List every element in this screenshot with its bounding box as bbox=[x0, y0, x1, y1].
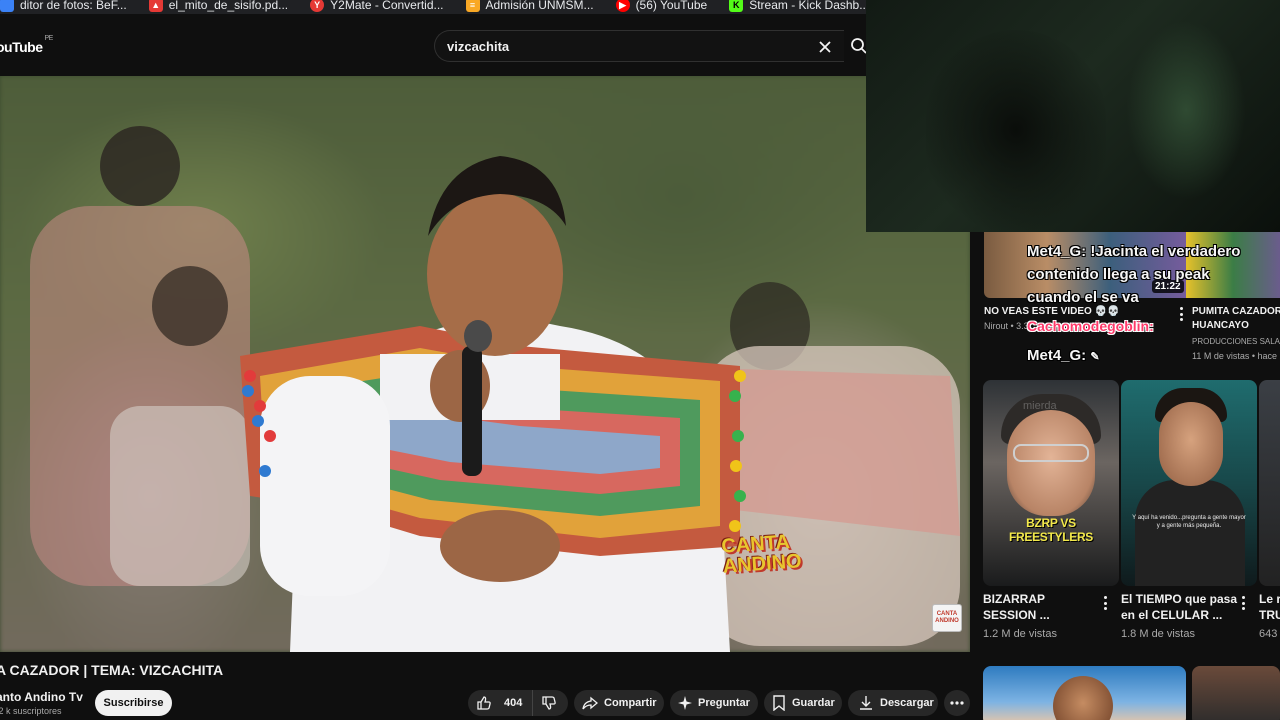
rec-card-thumbnail-2[interactable]: Y aquí ha venido...pregunta a gente mayo… bbox=[1121, 380, 1257, 586]
rec-card-views-3: 643 bbox=[1259, 628, 1278, 640]
rec-card-title-3[interactable]: Le r bbox=[1259, 592, 1280, 606]
close-icon bbox=[819, 41, 831, 53]
rec-menu-button[interactable] bbox=[1177, 307, 1185, 321]
bookmark-y2mate[interactable]: Y Y2Mate - Convertid... bbox=[310, 0, 444, 12]
bookmark-photo-editor[interactable]: ditor de fotos: BeF... bbox=[0, 0, 127, 12]
download-icon bbox=[858, 695, 874, 711]
share-button[interactable]: Compartir bbox=[574, 690, 664, 716]
rec-card-views-1: 1.2 M de vistas bbox=[983, 628, 1057, 640]
youtube-logo[interactable]: ouTubePE bbox=[0, 35, 53, 55]
search-input[interactable] bbox=[447, 37, 807, 55]
country-code: PE bbox=[44, 35, 54, 43]
more-actions-button[interactable] bbox=[944, 690, 970, 716]
rec-card-thumbnail-4[interactable] bbox=[983, 666, 1186, 720]
masthead: ouTubePE bbox=[0, 14, 867, 76]
rec-card-thumbnail-1[interactable]: mierda BZRP VS FREESTYLERS bbox=[983, 380, 1119, 586]
rec-card-views-2: 1.8 M de vistas bbox=[1121, 628, 1195, 640]
save-button[interactable]: Guardar bbox=[764, 690, 842, 716]
rec-card-title-1[interactable]: BIZARRAP bbox=[983, 592, 1045, 606]
brush-icon: ✎ bbox=[1090, 351, 1100, 363]
bookmark-pdf[interactable]: ▲ el_mito_de_sisifo.pd... bbox=[148, 0, 288, 12]
dislike-button[interactable] bbox=[533, 690, 557, 716]
bookmark-icon bbox=[772, 695, 786, 711]
rec-title-2b[interactable]: HUANCAYO bbox=[1192, 320, 1249, 331]
rec-channel-2: PRODUCCIONES SALA bbox=[1192, 337, 1280, 346]
youtube-icon: ▶ bbox=[615, 0, 630, 12]
thumbnail-caption: Y aquí ha venido...pregunta a gente mayo… bbox=[1132, 515, 1246, 529]
like-count: 404 bbox=[504, 697, 523, 709]
more-horizontal-icon bbox=[950, 701, 964, 705]
download-button[interactable]: Descargar bbox=[848, 690, 938, 716]
chat-message-3: Met4_G: ✎ bbox=[1027, 347, 1100, 364]
bookmark-youtube[interactable]: ▶ (56) YouTube bbox=[615, 0, 707, 12]
thumbnail-overlay-text: BZRP VS FREESTYLERS bbox=[1008, 516, 1094, 544]
channel-watermark: CANTA ANDINO bbox=[720, 531, 803, 578]
chat-username: Met4_G: bbox=[1027, 243, 1087, 260]
kick-icon: K bbox=[729, 0, 744, 12]
rec-card-title-2b[interactable]: en el CELULAR ... bbox=[1121, 608, 1222, 622]
bookmark-unmsm[interactable]: ≡ Admisión UNMSM... bbox=[465, 0, 594, 12]
subscribe-button[interactable]: Suscribirse bbox=[95, 690, 172, 716]
y2mate-icon: Y bbox=[310, 0, 325, 12]
rec-card-menu-2[interactable] bbox=[1239, 596, 1247, 610]
chat-message-2: Cachomodegoblin: bbox=[1027, 318, 1154, 334]
chat-username: Met4_G: bbox=[1027, 347, 1087, 364]
rec-card-menu-1[interactable] bbox=[1101, 596, 1109, 610]
stream-light bbox=[1126, 20, 1246, 200]
bookmarks-bar: ditor de fotos: BeF... ▲ el_mito_de_sisif… bbox=[0, 0, 866, 14]
unmsm-icon: ≡ bbox=[465, 0, 480, 12]
clear-search-button[interactable] bbox=[815, 37, 835, 57]
rec-card-thumbnail-3[interactable] bbox=[1259, 380, 1280, 586]
share-icon bbox=[582, 695, 598, 711]
ask-button[interactable]: Preguntar bbox=[670, 690, 758, 716]
like-dislike-group: 404 bbox=[468, 690, 568, 716]
rec-card-title-2[interactable]: El TIEMPO que pasa bbox=[1121, 592, 1237, 606]
chat-username: Cachomodegoblin: bbox=[1027, 318, 1154, 334]
stream-overlay bbox=[866, 0, 1280, 232]
channel-name[interactable]: anto Andino Tv bbox=[0, 690, 83, 704]
video-scene bbox=[30, 126, 960, 652]
like-button[interactable]: 404 bbox=[468, 690, 534, 716]
pdf-icon: ▲ bbox=[148, 0, 163, 12]
sparkle-icon bbox=[678, 696, 692, 710]
rec-card-thumbnail-5[interactable] bbox=[1192, 666, 1280, 720]
chat-message-1: Met4_G: !Jacinta el verdadero contenido … bbox=[1027, 240, 1267, 309]
thumbs-down-icon bbox=[541, 695, 557, 711]
photo-editor-icon bbox=[0, 0, 14, 12]
video-title: A CAZADOR | TEMA: VIZCACHITA bbox=[0, 662, 224, 678]
rec-card-title-3b[interactable]: TRU bbox=[1259, 608, 1280, 622]
stream-figure bbox=[926, 30, 1106, 230]
subscriber-count: .2 k suscriptores bbox=[0, 706, 62, 716]
bookmark-kick[interactable]: K Stream - Kick Dashb... bbox=[729, 0, 866, 12]
video-player[interactable]: CANTA ANDINO CANTA ANDINO bbox=[0, 76, 970, 652]
thumbs-up-icon bbox=[476, 695, 492, 711]
rec-meta-1: Nirout • 3.3 bbox=[984, 321, 1029, 331]
rec-meta-2: 11 M de vistas • hace bbox=[1192, 351, 1278, 361]
channel-branding-icon[interactable]: CANTA ANDINO bbox=[932, 604, 962, 632]
rec-card-title-1b[interactable]: SESSION ... bbox=[983, 608, 1050, 622]
search-box bbox=[434, 30, 844, 62]
